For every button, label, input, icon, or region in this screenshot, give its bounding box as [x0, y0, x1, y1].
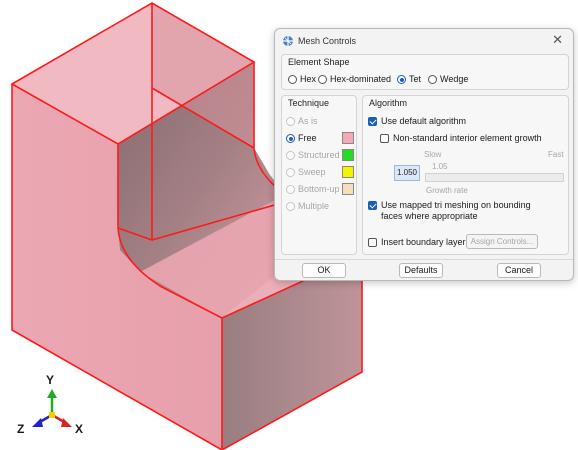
algorithm-title: Algorithm: [369, 98, 408, 108]
mapped-tri-checkbox[interactable]: [368, 201, 377, 210]
radio-multiple[interactable]: [286, 202, 295, 211]
triad-label-x: X: [75, 422, 84, 436]
swatch-structured: [342, 149, 354, 161]
ok-button[interactable]: OK: [302, 263, 346, 278]
algorithm-group: Algorithm Use default algorithm Non-stan…: [362, 95, 569, 255]
mesh-controls-dialog[interactable]: Mesh Controls ✕ Element Shape Hex Hex-do…: [274, 28, 574, 281]
radio-tet-label: Tet: [409, 74, 422, 84]
radio-sweep-label: Sweep: [298, 167, 326, 177]
radio-structured-label: Structured: [298, 150, 340, 160]
technique-title: Technique: [288, 98, 330, 108]
close-icon[interactable]: ✕: [552, 33, 563, 47]
swatch-bottom-up: [342, 183, 354, 195]
use-default-algorithm-label: Use default algorithm: [381, 116, 467, 126]
axis-triad: [32, 389, 72, 427]
triad-label-y: Y: [46, 373, 55, 387]
radio-structured[interactable]: [286, 151, 295, 160]
radio-bottom-up-label: Bottom-up: [298, 184, 340, 194]
insert-boundary-layer-label: Insert boundary layer: [381, 237, 466, 247]
cancel-button[interactable]: Cancel: [497, 263, 541, 278]
dialog-titlebar[interactable]: Mesh Controls ✕: [275, 29, 573, 53]
non-standard-growth-label: Non-standard interior element growth: [393, 133, 542, 143]
insert-boundary-layer-checkbox[interactable]: [368, 238, 377, 247]
radio-tet[interactable]: [397, 75, 406, 84]
radio-free-label: Free: [298, 133, 317, 143]
dialog-title: Mesh Controls: [298, 36, 357, 46]
radio-hex[interactable]: [288, 75, 297, 84]
assign-controls-button[interactable]: Assign Controls...: [466, 234, 538, 249]
radio-hex-label: Hex: [300, 74, 317, 84]
radio-free[interactable]: [286, 134, 295, 143]
radio-bottom-up[interactable]: [286, 185, 295, 194]
radio-sweep[interactable]: [286, 168, 295, 177]
radio-multiple-label: Multiple: [298, 201, 330, 211]
swatch-sweep: [342, 166, 354, 178]
radio-hex-dominated-label: Hex-dominated: [330, 74, 392, 84]
slider-slow-label: Slow: [424, 150, 442, 159]
button-separator: [275, 259, 573, 260]
swatch-free: [342, 132, 354, 144]
slider-value-label: 1.05: [432, 162, 448, 171]
radio-wedge[interactable]: [428, 75, 437, 84]
use-default-algorithm-checkbox[interactable]: [368, 117, 377, 126]
mapped-tri-label-line2: faces where appropriate: [381, 211, 478, 221]
non-standard-growth-checkbox[interactable]: [380, 134, 389, 143]
growth-rate-slider[interactable]: [425, 173, 564, 182]
radio-wedge-label: Wedge: [440, 74, 469, 84]
radio-as-is-label: As is: [298, 116, 318, 126]
element-shape-title: Element Shape: [288, 57, 350, 67]
growth-rate-field[interactable]: 1.050: [394, 165, 420, 181]
radio-as-is[interactable]: [286, 117, 295, 126]
mapped-tri-label-line1: Use mapped tri meshing on bounding: [381, 200, 531, 210]
technique-group: Technique As is Free Structured Sweep Bo…: [281, 95, 357, 255]
growth-rate-label: Growth rate: [426, 186, 468, 195]
radio-hex-dominated[interactable]: [318, 75, 327, 84]
mesh-app-icon: [283, 36, 293, 46]
defaults-button[interactable]: Defaults: [399, 263, 443, 278]
element-shape-group: Element Shape Hex Hex-dominated Tet Wedg…: [281, 54, 569, 90]
slider-fast-label: Fast: [548, 150, 564, 159]
triad-label-z: Z: [17, 422, 25, 436]
